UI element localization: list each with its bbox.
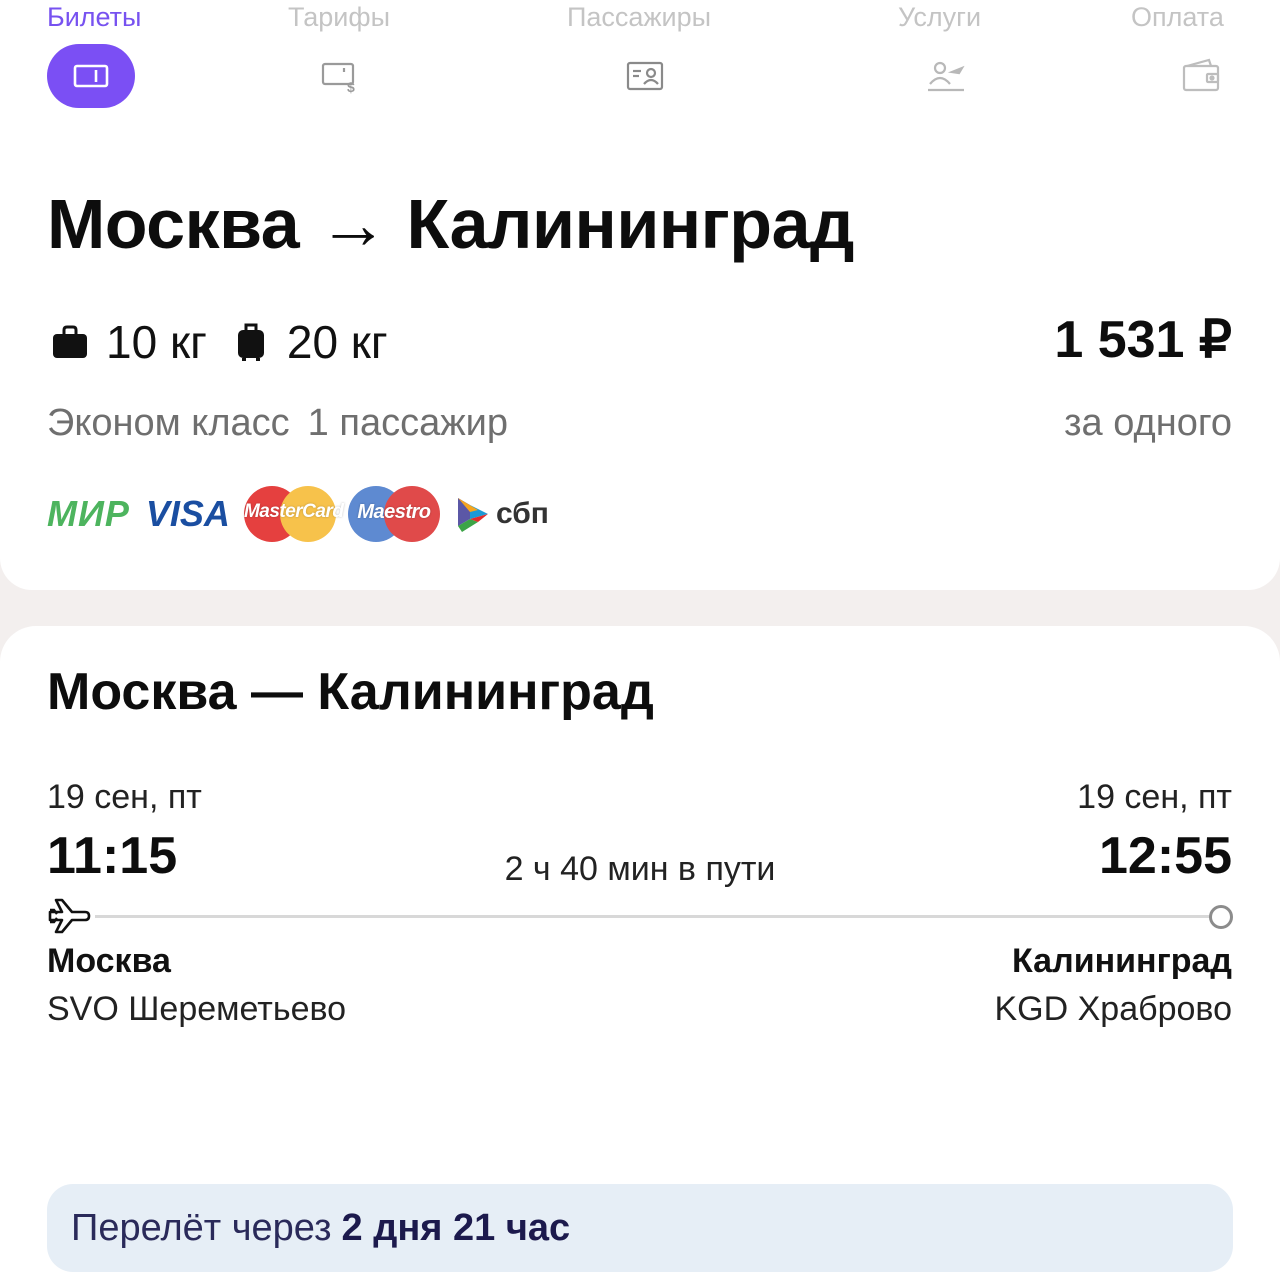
step-label: Билеты [47,2,142,32]
ticket-meta: Эконом класс 1 пассажир [47,402,508,445]
step-label: Тарифы [288,2,391,32]
baggage-info: 10 кг 20 кг [50,314,412,370]
passenger-count: 1 пассажир [307,402,508,444]
flight-card: Москва — Калининград 19 сен, пт 19 сен, … [0,626,1280,1280]
step-services[interactable]: Услуги [898,0,1098,130]
arrival-point [1209,905,1233,929]
mir-logo: МИР [47,493,130,534]
flight-title: Москва — Калининград [47,663,654,721]
departure-date: 19 сен, пт [47,778,202,816]
sbp-icon [457,498,488,532]
passport-icon [601,44,689,108]
checked-bag-icon [237,323,264,361]
step-payment[interactable]: Оплата [1131,0,1233,130]
route-title: Москва → Калининград [47,185,854,263]
step-passengers[interactable]: Пассажиры [567,0,767,130]
mastercard-logo: MasterCard [243,486,344,542]
payment-methods: МИР VISA MasterCard Maestro сбп [47,484,549,544]
price: 1 531 ₽ [1054,311,1232,369]
countdown-value: 2 дня 21 час [341,1206,571,1249]
step-tariffs[interactable]: Тарифы $ [288,0,488,130]
tariff-icon: $ [296,44,384,108]
wallet-icon [1157,44,1245,108]
sbp-logo: сбп [456,494,549,534]
mastercard-text: MasterCard [243,501,344,522]
maestro-logo: Maestro [347,486,440,542]
ticket-icon [47,44,135,108]
step-label: Оплата [1131,2,1224,32]
cabin-class: Эконом класс [47,402,290,444]
maestro-text: Maestro [357,501,431,523]
step-label: Пассажиры [567,2,712,32]
arrival-date: 19 сен, пт [1077,778,1232,816]
svg-text:$: $ [347,79,355,95]
sbp-text: сбп [495,497,549,530]
airplane-icon [48,898,91,934]
timeline-line [95,915,1211,918]
visa-logo: VISA [145,493,230,534]
arrival-airport: KGD Храброво [994,990,1232,1028]
booking-stepper: Билеты Тарифы $ Пассажиры Услуги Оплата [0,0,1280,142]
step-tickets[interactable]: Билеты [47,0,247,130]
flight-duration: 2 ч 40 мин в пути [504,850,776,888]
flight-timeline [47,894,1233,938]
cabin-bag-icon [53,325,87,358]
departure-countdown: Перелёт через 2 дня 21 час [47,1184,1233,1272]
cabin-bag-weight: 10 кг [106,316,207,368]
checked-bag-weight: 20 кг [286,316,388,368]
departure-city: Москва [47,942,171,980]
services-icon [902,44,990,108]
offer-card: Москва → Калининград 10 кг 20 кг 1 531 ₽… [0,142,1280,590]
arrival-time: 12:55 [1099,827,1232,885]
price-note: за одного [1064,402,1232,444]
arrival-city: Калининград [1012,942,1232,980]
departure-airport: SVO Шереметьево [47,990,347,1028]
countdown-prefix: Перелёт через [71,1206,332,1249]
step-label: Услуги [898,2,982,32]
